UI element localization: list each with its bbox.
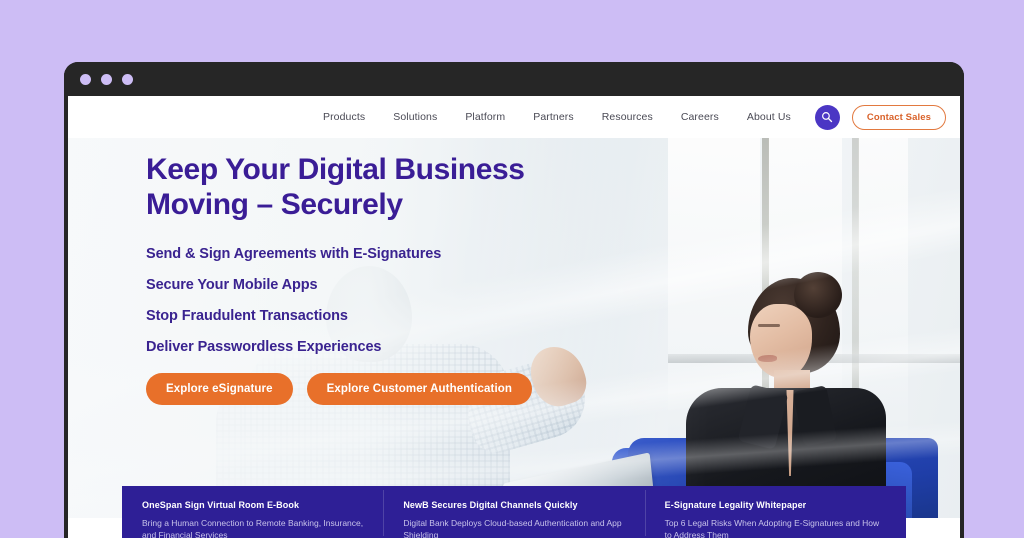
primary-nav: Products Solutions Platform Partners Res… (309, 111, 805, 123)
hero-copy: Keep Your Digital Business Moving – Secu… (146, 152, 616, 406)
search-button[interactable] (814, 104, 840, 130)
woman-face (750, 304, 812, 378)
browser-titlebar (64, 62, 964, 96)
explore-customer-authentication-button[interactable]: Explore Customer Authentication (306, 373, 533, 406)
search-icon (822, 112, 833, 123)
nav-item-solutions[interactable]: Solutions (379, 111, 451, 123)
maximize-dot[interactable] (122, 73, 133, 85)
page-title: Keep Your Digital Business Moving – Secu… (146, 152, 616, 222)
card-title: OneSpan Sign Virtual Room E-Book (142, 500, 300, 510)
nav-item-platform[interactable]: Platform (451, 111, 519, 123)
headline-line-1: Keep Your Digital Business (146, 153, 525, 186)
benefit-item: Stop Fraudulent Transactions (146, 308, 348, 325)
hero-section: Keep Your Digital Business Moving – Secu… (68, 138, 960, 518)
card-description: Digital Bank Deploys Cloud-based Authent… (403, 518, 622, 538)
contact-sales-button[interactable]: Contact Sales (851, 104, 946, 130)
site-navbar: Products Solutions Platform Partners Res… (68, 96, 960, 138)
explore-esignature-button[interactable]: Explore eSignature (146, 373, 293, 406)
browser-viewport: Products Solutions Platform Partners Res… (68, 96, 960, 538)
woman-smile (758, 355, 777, 362)
headline-line-2: Moving – Securely (146, 188, 403, 222)
resource-card-whitepaper[interactable]: E-Signature Legality Whitepaper Top 6 Le… (644, 486, 906, 538)
card-title: E-Signature Legality Whitepaper (664, 500, 807, 510)
benefit-item: Send & Sign Agreements with E-Signatures (146, 246, 442, 263)
card-title: NewB Secures Digital Channels Quickly (403, 500, 578, 510)
card-description: Bring a Human Connection to Remote Banki… (142, 518, 364, 538)
benefit-item: Deliver Passwordless Experiences (146, 339, 382, 356)
resource-card-ebook[interactable]: OneSpan Sign Virtual Room E-Book Bring a… (122, 486, 383, 538)
nav-item-resources[interactable]: Resources (588, 111, 667, 123)
resource-card-strip: OneSpan Sign Virtual Room E-Book Bring a… (122, 486, 906, 538)
browser-window-mockup: Products Solutions Platform Partners Res… (64, 62, 964, 538)
nav-item-about-us[interactable]: About Us (733, 111, 805, 123)
card-description: Top 6 Legal Risks When Adopting E-Signat… (664, 518, 880, 538)
close-dot[interactable] (80, 73, 91, 85)
resource-card-case-study[interactable]: NewB Secures Digital Channels Quickly Di… (383, 486, 644, 538)
minimize-dot[interactable] (101, 73, 112, 85)
hero-cta-row: Explore eSignature Explore Customer Auth… (146, 373, 616, 406)
nav-item-partners[interactable]: Partners (519, 111, 587, 123)
benefit-item: Secure Your Mobile Apps (146, 277, 318, 294)
woman-eyebrow (758, 324, 780, 327)
nav-item-products[interactable]: Products (309, 111, 379, 123)
nav-item-careers[interactable]: Careers (667, 111, 733, 123)
hero-benefit-list: Send & Sign Agreements with E-Signatures… (146, 246, 616, 355)
